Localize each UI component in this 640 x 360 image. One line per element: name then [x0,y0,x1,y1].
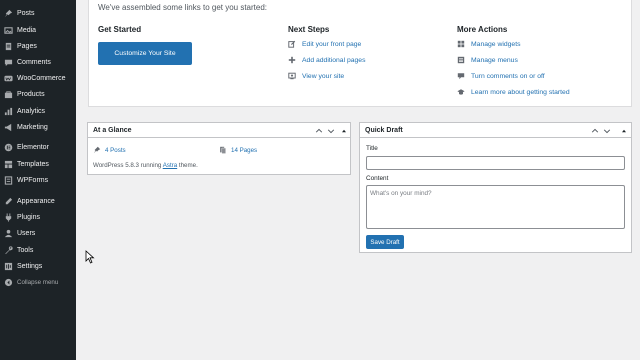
sidebar-item-label: Comments [17,59,51,66]
move-down-icon[interactable] [602,126,611,135]
plus-icon [288,56,296,64]
sidebar-item-label: Appearance [17,198,55,205]
appearance-icon [4,197,13,206]
collapse-icon [4,278,13,287]
sidebar-item-label: WooCommerce [17,75,66,82]
theme-link[interactable]: Astra [163,162,177,169]
widget-header: Quick Draft [360,123,631,138]
widget-title: At a Glance [93,127,132,134]
sidebar-item-comments[interactable]: Comments [0,56,76,70]
pages-icon [4,42,13,51]
templates-icon [4,160,13,169]
analytics-icon [4,107,13,116]
draft-title-input[interactable] [366,156,625,170]
draft-content-textarea[interactable]: What's on your mind? [366,185,625,229]
wpforms-icon [4,176,13,185]
customize-site-button[interactable]: Customize Your Site [98,42,192,65]
sidebar-item-appearance[interactable]: Appearance [0,195,76,209]
comments-toggle-icon [457,72,465,80]
learn-icon [457,88,465,96]
sidebar-item-users[interactable]: Users [0,227,76,241]
pages-icon [220,146,227,154]
sidebar-item-templates[interactable]: Templates [0,158,76,172]
view-site-link[interactable]: View your site [288,71,344,81]
sidebar-item-elementor[interactable]: Elementor [0,141,76,155]
admin-sidebar: Posts Media Pages Comments WooCommerce P… [0,0,76,360]
collapse-menu-button[interactable]: Collapse menu [0,276,76,290]
edit-front-page-link[interactable]: Edit your front page [288,39,361,49]
pages-count-link[interactable]: 14 Pages [219,146,257,154]
toggle-panel-icon[interactable] [339,126,348,135]
collapse-menu-label: Collapse menu [17,279,59,286]
quick-draft-widget: Quick Draft Title Content What's on your… [359,122,632,253]
mouse-cursor-icon [85,250,95,264]
users-icon [4,229,13,238]
get-started-heading: Get Started [98,25,142,34]
elementor-icon [4,143,13,152]
sidebar-item-label: Pages [17,43,37,50]
more-actions-heading: More Actions [457,25,508,34]
comments-icon [4,58,13,67]
learn-getting-started-link[interactable]: Learn more about getting started [457,87,570,97]
sidebar-item-woocommerce[interactable]: WooCommerce [0,72,76,86]
welcome-intro: We've assembled some links to get you st… [98,3,268,12]
sidebar-item-posts[interactable]: Posts [0,7,76,21]
pushpin-icon [93,146,101,154]
add-pages-link[interactable]: Add additional pages [288,55,366,65]
sidebar-item-marketing[interactable]: Marketing [0,121,76,135]
sidebar-item-analytics[interactable]: Analytics [0,105,76,119]
sidebar-item-label: Plugins [17,214,40,221]
plugins-icon [4,213,13,222]
sidebar-item-label: Templates [17,161,49,168]
toggle-comments-link[interactable]: Turn comments on or off [457,71,545,81]
manage-menus-link[interactable]: Manage menus [457,55,518,65]
move-up-icon[interactable] [314,126,323,135]
sidebar-item-label: Settings [17,263,43,270]
sidebar-item-media[interactable]: Media [0,24,76,38]
at-a-glance-widget: At a Glance 4 Posts 14 Pages WordPress 5… [87,122,351,175]
sidebar-item-label: Elementor [17,144,49,151]
widgets-icon [457,40,465,48]
woocommerce-icon [4,74,13,83]
tools-icon [4,246,13,255]
posts-count-link[interactable]: 4 Posts [93,146,126,154]
sidebar-item-label: Posts [17,10,35,17]
manage-widgets-link[interactable]: Manage widgets [457,39,521,49]
view-site-icon [288,72,296,80]
toggle-panel-icon[interactable] [619,126,628,135]
sidebar-item-settings[interactable]: Settings [0,260,76,274]
products-icon [4,90,13,99]
welcome-panel: We've assembled some links to get you st… [88,0,632,107]
sidebar-item-wpforms[interactable]: WPForms [0,174,76,188]
content-label: Content [366,175,389,182]
move-up-icon[interactable] [590,126,599,135]
media-icon [4,26,13,35]
move-down-icon[interactable] [326,126,335,135]
widget-header: At a Glance [88,123,350,138]
sidebar-item-label: Products [17,91,45,98]
pushpin-icon [4,9,13,18]
menus-icon [457,56,465,64]
title-label: Title [366,145,378,152]
sidebar-item-label: Media [17,27,37,34]
sidebar-item-label: WPForms [17,177,49,184]
sidebar-item-label: Tools [17,247,34,254]
sidebar-item-tools[interactable]: Tools [0,244,76,258]
sidebar-item-plugins[interactable]: Plugins [0,211,76,225]
sidebar-item-pages[interactable]: Pages [0,40,76,54]
sidebar-item-label: Users [17,230,36,237]
next-steps-heading: Next Steps [288,25,330,34]
sidebar-item-label: Analytics [17,108,46,115]
marketing-icon [4,123,13,132]
save-draft-button[interactable]: Save Draft [366,235,404,249]
sidebar-item-products[interactable]: Products [0,88,76,102]
widget-title: Quick Draft [365,127,403,134]
wordpress-version-text: WordPress 5.8.3 running Astra theme. [93,162,198,169]
sidebar-item-label: Marketing [17,124,48,131]
edit-icon [288,40,296,48]
settings-icon [4,262,13,271]
